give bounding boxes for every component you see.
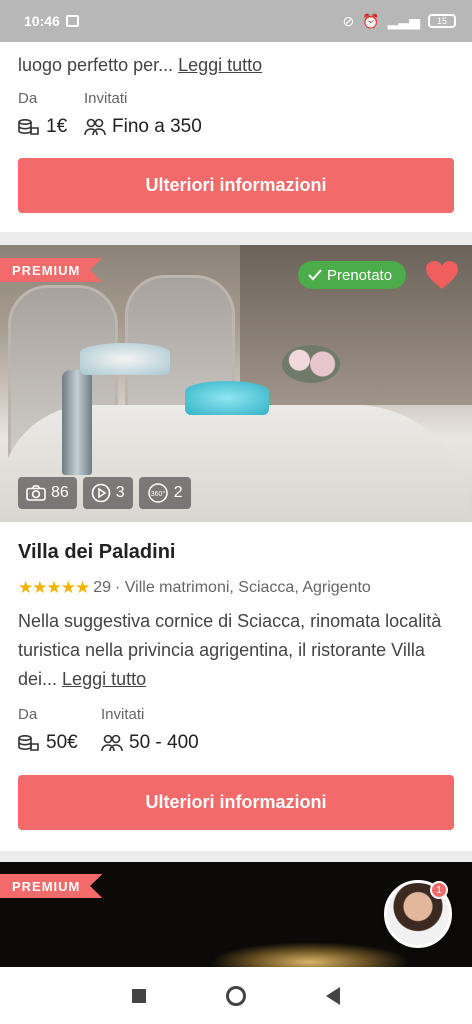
photos-count: 86: [51, 484, 69, 501]
photo-glass-right: [185, 381, 269, 415]
360-icon-text: 360°: [150, 490, 165, 498]
guests-value: 50 - 400: [129, 732, 199, 753]
price-label: Da: [18, 706, 38, 723]
price-label: Da: [18, 90, 38, 107]
meta-values: 1€ Fino a 350: [0, 116, 220, 138]
more-info-button[interactable]: Ulteriori informazioni: [18, 158, 454, 213]
screen: 10:46 ⊘ ⏰ ▂▃▅ 15 luogo perfetto per... L…: [0, 0, 472, 1024]
back-icon[interactable]: [326, 986, 340, 1005]
play-icon: [91, 483, 111, 503]
venue-description: luogo perfetto per... Leggi tutto: [0, 51, 280, 80]
rating-row: ★★★★★ 29 · Ville matrimoni, Sciacca, Agr…: [18, 578, 371, 598]
gallery-notification-icon: [65, 15, 79, 27]
reviews-count: 29: [93, 579, 111, 596]
venue-title[interactable]: Villa dei Paladini: [18, 541, 175, 564]
photo-flowers: [282, 345, 340, 383]
360-view-icon: 360°: [147, 483, 168, 503]
tours-count: 2: [173, 484, 183, 501]
photo-lights: [210, 942, 410, 967]
no-data-icon: ⊘: [342, 12, 355, 29]
battery-icon: 15: [428, 14, 456, 28]
heart-icon[interactable]: [425, 260, 459, 290]
battery-level: 15: [436, 16, 447, 26]
booked-badge[interactable]: Prenotato: [298, 261, 407, 289]
camera-icon: [26, 485, 46, 501]
meta-values: 50€ 50 - 400: [0, 732, 217, 754]
description-text: luogo perfetto per...: [18, 55, 174, 75]
alarm-icon: ⏰: [362, 12, 380, 29]
premium-badge: PREMIUM: [0, 258, 103, 282]
tours-counter[interactable]: 360° 2: [138, 477, 191, 509]
photos-counter[interactable]: 86: [18, 477, 77, 509]
videos-count: 3: [115, 484, 125, 501]
photo-glass-left: [80, 343, 170, 375]
coins-icon: [18, 734, 39, 751]
guests-label: Invitati: [84, 90, 128, 107]
status-bar: 10:46 ⊘ ⏰ ▂▃▅ 15: [0, 0, 472, 42]
home-icon[interactable]: [226, 985, 246, 1006]
coins-icon: [18, 118, 39, 135]
media-counters: 86 3 360° 2: [18, 477, 191, 509]
signal-icon: ▂▃▅: [387, 12, 420, 29]
meta-labels: Da Invitati: [0, 90, 145, 107]
guests-label: Invitati: [101, 706, 145, 723]
category-location: · Ville matrimoni, Sciacca, Agrigento: [115, 579, 371, 596]
read-more-link[interactable]: Leggi tutto: [62, 669, 146, 689]
venue-card-2: PREMIUM Prenotato 86 3 360° 2 Villa dei …: [0, 245, 472, 851]
venue-card-1: luogo perfetto per... Leggi tutto Da Inv…: [0, 42, 472, 232]
check-icon: [308, 269, 322, 281]
guests-icon: [84, 118, 106, 136]
booked-label: Prenotato: [327, 266, 393, 284]
price-value: 1€: [46, 116, 68, 137]
venue-photo[interactable]: PREMIUM Prenotato 86 3 360° 2: [0, 245, 472, 522]
more-info-button[interactable]: Ulteriori informazioni: [18, 775, 454, 830]
photo-bottle: [62, 370, 92, 475]
videos-counter[interactable]: 3: [82, 477, 133, 509]
premium-badge: PREMIUM: [0, 874, 103, 898]
notification-badge: 1: [430, 881, 448, 899]
meta-labels: Da Invitati: [0, 706, 162, 723]
guests-icon: [101, 734, 123, 752]
read-more-link[interactable]: Leggi tutto: [178, 55, 262, 75]
star-rating-icon: ★★★★★: [18, 578, 90, 597]
price-value: 50€: [46, 732, 78, 753]
venue-description: Nella suggestiva cornice di Sciacca, rin…: [0, 607, 472, 694]
system-nav-bar: [0, 967, 472, 1024]
status-time: 10:46: [24, 13, 60, 29]
status-icons: ⊘ ⏰ ▂▃▅ 15: [343, 13, 456, 30]
recent-apps-icon[interactable]: [132, 988, 146, 1003]
guests-value: Fino a 350: [112, 116, 202, 137]
